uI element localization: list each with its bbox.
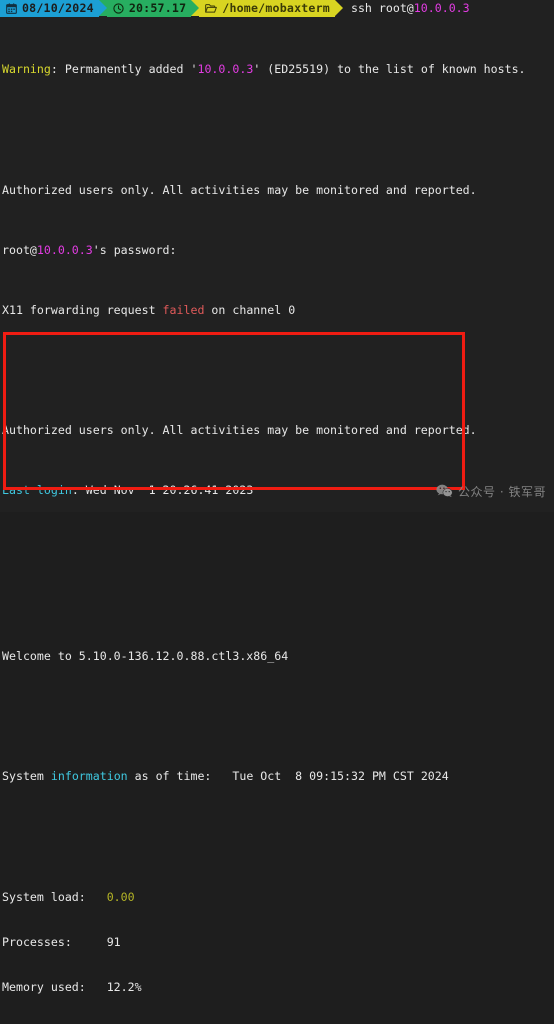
line-sysinfo-header: System information as of time: Tue Oct 8…	[2, 769, 554, 784]
banner-text-1: Authorized users only. All activities ma…	[2, 182, 477, 197]
password-host: 10.0.0.3	[36, 242, 93, 257]
sysinfo-label: System load:	[2, 889, 107, 904]
calendar-icon	[6, 3, 17, 14]
powerline-arrow-2	[191, 0, 200, 16]
date-segment: 08/10/2024	[0, 0, 99, 17]
line-banner-1: Authorized users only. All activities ma…	[2, 183, 554, 198]
terminal-window[interactable]: 08/10/2024 20:57.17 /home/mobaxterm ssh …	[0, 0, 554, 994]
sysinfo-value: 0.00	[106, 889, 135, 904]
sysinfo-row: Memory used: 12.2%	[2, 980, 554, 995]
powerline-arrow-1	[98, 0, 107, 16]
sysinfo-header-keyword: information	[50, 769, 128, 784]
sysinfo-row: Processes: 91	[2, 935, 554, 950]
password-user: root@	[2, 242, 37, 257]
x11-suffix: on channel 0	[204, 302, 296, 317]
time-segment: 20:57.17	[106, 0, 192, 17]
line-banner-2: Authorized users only. All activities ma…	[2, 423, 554, 438]
welcome-text: Welcome to 5.10.0-136.12.0.88.ctl3.x86_6…	[2, 648, 289, 663]
folder-icon	[205, 3, 218, 14]
banner-text-2: Authorized users only. All activities ma…	[2, 423, 477, 438]
sysinfo-header-prefix: System	[2, 769, 51, 784]
powerline-arrow-3	[334, 0, 343, 16]
line-password-prompt: root@10.0.0.3's password:	[2, 243, 554, 258]
date-text: 08/10/2024	[22, 1, 94, 15]
sysinfo-label: Processes:	[2, 934, 107, 949]
warning-label: Warning	[2, 62, 51, 77]
ssh-command-prefix: ssh root@	[350, 0, 414, 15]
ssh-command-host: 10.0.0.3	[413, 0, 470, 15]
time-text: 20:57.17	[128, 1, 187, 15]
warning-text-2: ' (ED25519) to the list of known hosts.	[253, 62, 526, 77]
clock-icon	[113, 3, 124, 14]
line-welcome: Welcome to 5.10.0-136.12.0.88.ctl3.x86_6…	[2, 649, 554, 664]
sysinfo-value: 91	[106, 934, 121, 949]
last-login-label: Last login	[2, 483, 72, 498]
powerline-prompt-bar: 08/10/2024 20:57.17 /home/mobaxterm ssh …	[0, 0, 554, 17]
sysinfo-header-suffix: as of time: Tue Oct 8 09:15:32 PM CST 20…	[127, 769, 449, 784]
warning-host: 10.0.0.3	[197, 62, 254, 77]
last-login-value: : Wed Nov 1 20:26:41 2023	[71, 483, 254, 498]
wechat-icon	[436, 484, 453, 502]
line-x11: X11 forwarding request failed on channel…	[2, 303, 554, 318]
x11-failed: failed	[162, 302, 205, 317]
line-warning: Warning: Permanently added '10.0.0.3' (E…	[2, 62, 554, 77]
sysinfo-row: System load: 0.00	[2, 890, 554, 905]
watermark-text: 公众号 · 铁军哥	[458, 485, 546, 500]
watermark: 公众号 · 铁军哥	[436, 484, 546, 502]
ssh-command-line: ssh root@ 10.0.0.3	[343, 0, 470, 17]
password-suffix: 's password:	[92, 242, 177, 257]
path-text: /home/mobaxterm	[222, 1, 330, 15]
path-segment: /home/mobaxterm	[199, 0, 335, 17]
sysinfo-value: 12.2%	[106, 980, 142, 994]
terminal-output: Warning: Permanently added '10.0.0.3' (E…	[2, 17, 554, 1024]
warning-text-1: : Permanently added '	[50, 62, 198, 77]
sysinfo-label: Memory used:	[2, 980, 107, 994]
x11-prefix: X11 forwarding request	[2, 302, 163, 317]
